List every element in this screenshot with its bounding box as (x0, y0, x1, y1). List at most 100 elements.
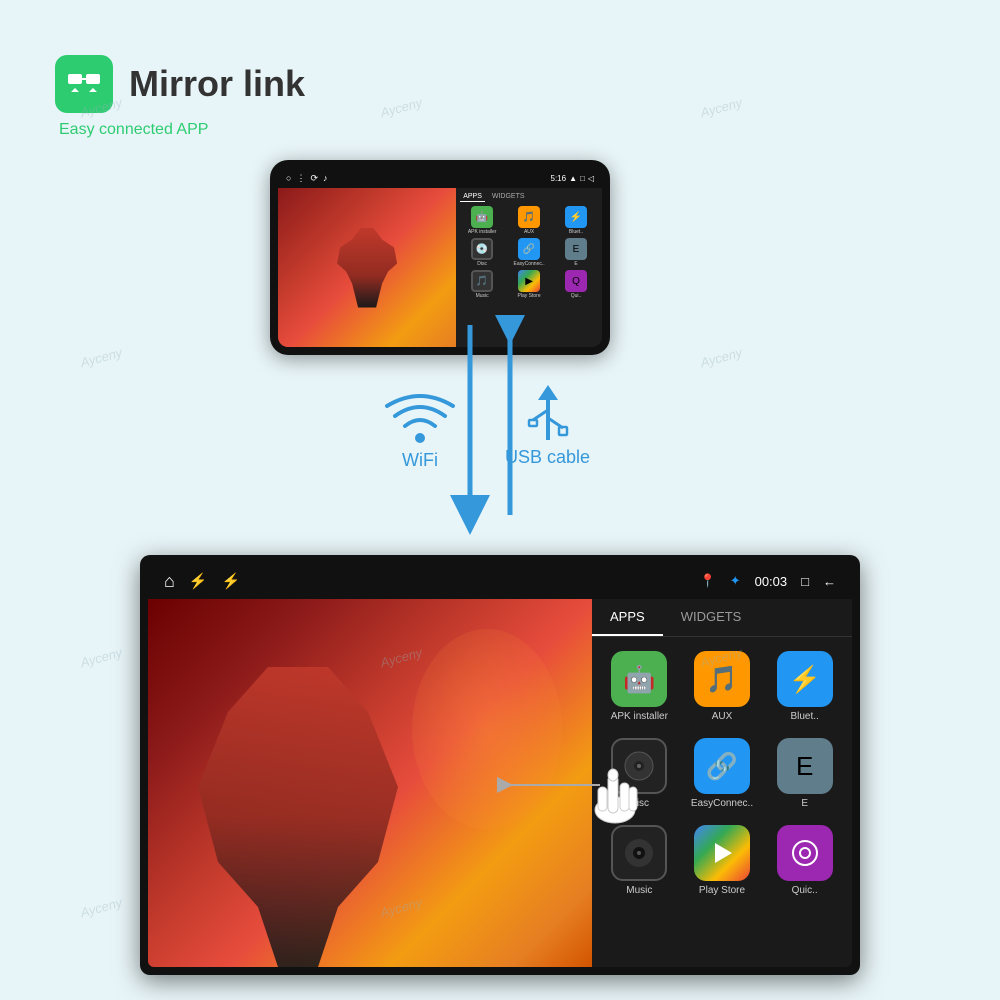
quick-label: Qui.. (571, 293, 582, 299)
usb-label: USB cable (505, 447, 590, 468)
list-item[interactable]: Q Qui.. (554, 270, 598, 299)
phone-menu-icon: ⋮ (296, 173, 305, 184)
car-usb-icon-1: ⚡ (189, 572, 208, 590)
car-tab-widgets[interactable]: WIDGETS (663, 599, 760, 636)
car-easy-label: EasyConnec.. (691, 798, 753, 809)
header-section: Mirror link Easy connected APP (55, 55, 305, 139)
list-item[interactable]: 🤖 APK installer (600, 645, 679, 728)
play-store-label-phone: Play Store (518, 293, 541, 299)
quick-svg (790, 838, 820, 868)
wifi-symbol (385, 390, 455, 445)
car-play-store-icon (694, 825, 750, 881)
phone-music-icon: ♪ (323, 173, 328, 183)
car-status-bar: ⌂ ⚡ ⚡ 📍 ✦ 00:03 □ ← (148, 563, 852, 599)
car-quick-icon (777, 825, 833, 881)
list-item[interactable]: Quic.. (765, 819, 844, 902)
car-tabs: APPS WIDGETS (592, 599, 852, 637)
bluetooth-label: Bluet.. (569, 229, 583, 235)
mirror-link-svg (66, 66, 102, 102)
list-item[interactable]: 🎵 Music (460, 270, 504, 299)
watermark-4: Ayceny (79, 345, 124, 370)
mirror-link-icon (55, 55, 113, 113)
music-svg (623, 837, 655, 869)
phone-time: 5:16 (551, 174, 567, 183)
phone-rotate-icon: ⟳ (310, 173, 318, 184)
music-icon: 🎵 (471, 270, 493, 292)
phone-video-hero (337, 228, 397, 308)
watermark-2: Ayceny (379, 95, 424, 120)
phone-content: APPS WIDGETS 🤖 APK installer 🎵 AUX ⚡ Blu… (278, 188, 602, 347)
phone-video-area (278, 188, 456, 347)
watermark-3: Ayceny (699, 95, 744, 120)
car-back-icon: ← (823, 574, 836, 589)
car-bt-icon: ✦ (730, 573, 741, 589)
bluetooth-icon: ⚡ (565, 206, 587, 228)
car-bt-label: Bluet.. (790, 711, 818, 722)
list-item[interactable]: Music (600, 819, 679, 902)
car-e-label: E (801, 798, 808, 809)
phone-tab-apps[interactable]: APPS (460, 192, 485, 202)
finger-cursor (590, 755, 650, 825)
phone-status-right: 5:16 ▲ □ ◁ (551, 174, 595, 183)
car-easy-icon: 🔗 (694, 738, 750, 794)
list-item[interactable]: E E (765, 732, 844, 815)
wifi-section: WiFi (385, 390, 455, 471)
car-home-icon: ⌂ (164, 571, 175, 592)
phone-status-left: ○ ⋮ ⟳ ♪ (286, 173, 327, 184)
phone-signal-icon: ▲ (569, 174, 577, 183)
play-store-icon-phone: ▶ (518, 270, 540, 292)
phone-home-icon: ○ (286, 173, 291, 183)
list-item[interactable]: ▶ Play Store (507, 270, 551, 299)
car-music-label: Music (626, 885, 652, 896)
list-item[interactable]: 🤖 APK installer (460, 206, 504, 235)
page-title: Mirror link (129, 63, 305, 105)
watermark-5: Ayceny (699, 345, 744, 370)
e-label: E (574, 261, 577, 267)
watermark-9: Ayceny (79, 895, 124, 920)
disc-icon: 💿 (471, 238, 493, 260)
watermark-6: Ayceny (79, 645, 124, 670)
play-store-svg (708, 839, 736, 867)
car-e-icon: E (777, 738, 833, 794)
car-apk-icon: 🤖 (611, 651, 667, 707)
car-usb-icon-2: ⚡ (222, 572, 241, 590)
car-music-icon (611, 825, 667, 881)
aux-label: AUX (524, 229, 534, 235)
car-tab-apps[interactable]: APPS (592, 599, 663, 636)
phone-apps-panel: APPS WIDGETS 🤖 APK installer 🎵 AUX ⚡ Blu… (456, 188, 602, 347)
phone-status-bar: ○ ⋮ ⟳ ♪ 5:16 ▲ □ ◁ (278, 168, 602, 188)
car-bt-app-icon: ⚡ (777, 651, 833, 707)
list-item[interactable]: 🔗 EasyConnec.. (507, 238, 551, 267)
car-apk-label: APK installer (611, 711, 668, 722)
aux-icon: 🎵 (518, 206, 540, 228)
car-play-label: Play Store (699, 885, 745, 896)
list-item[interactable]: 🎵 AUX (507, 206, 551, 235)
list-item[interactable]: ⚡ Bluet.. (765, 645, 844, 728)
easyconnect-label: EasyConnec.. (514, 261, 545, 267)
list-item[interactable]: 💿 Disc (460, 238, 504, 267)
apk-installer-icon: 🤖 (471, 206, 493, 228)
phone-back-icon: ◁ (588, 174, 594, 183)
car-status-right: 📍 ✦ 00:03 □ ← (700, 573, 837, 589)
list-item[interactable]: 🎵 AUX (683, 645, 762, 728)
phone-screen-icon: □ (580, 174, 585, 183)
e-icon: E (565, 238, 587, 260)
phone-app-grid: 🤖 APK installer 🎵 AUX ⚡ Bluet.. 💿 Disc (460, 206, 598, 299)
phone-device: ○ ⋮ ⟳ ♪ 5:16 ▲ □ ◁ APPS WIDGETS (270, 160, 610, 355)
quick-icon: Q (565, 270, 587, 292)
apk-installer-label: APK installer (468, 229, 497, 235)
usb-symbol (523, 380, 573, 445)
car-screen-icon: □ (801, 574, 809, 589)
easyconnect-icon: 🔗 (518, 238, 540, 260)
car-location-icon: 📍 (700, 573, 716, 589)
phone-screen: ○ ⋮ ⟳ ♪ 5:16 ▲ □ ◁ APPS WIDGETS (278, 168, 602, 347)
list-item[interactable]: E E (554, 238, 598, 267)
phone-tab-widgets[interactable]: WIDGETS (489, 192, 528, 202)
car-aux-icon: 🎵 (694, 651, 750, 707)
list-item[interactable]: ⚡ Bluet.. (554, 206, 598, 235)
list-item[interactable]: Play Store (683, 819, 762, 902)
music-label: Music (476, 293, 489, 299)
car-quick-label: Quic.. (792, 885, 818, 896)
list-item[interactable]: 🔗 EasyConnec.. (683, 732, 762, 815)
wifi-label: WiFi (402, 450, 438, 471)
